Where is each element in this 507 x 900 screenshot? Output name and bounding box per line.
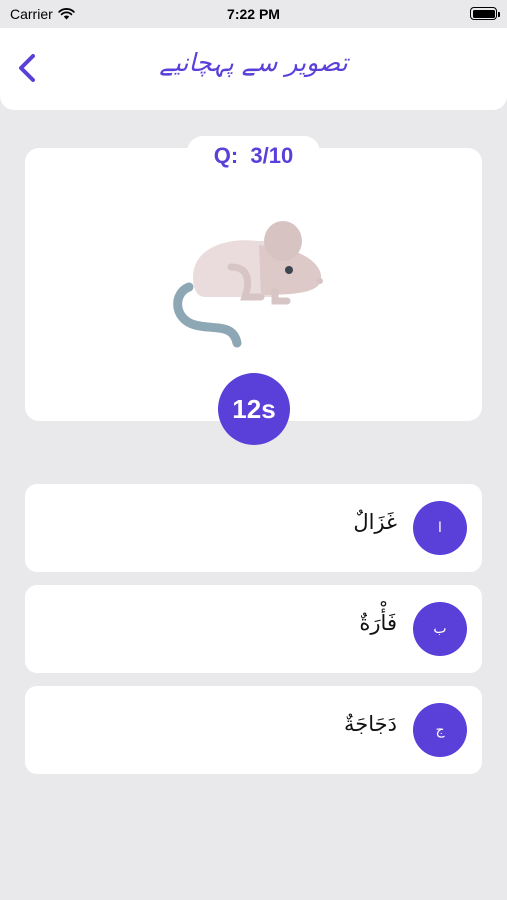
status-time: 7:22 PM	[227, 6, 280, 22]
option-text: غَزَالٌ	[353, 510, 397, 534]
answer-option-3[interactable]: ج دَجَاجَةٌ	[25, 686, 482, 774]
answer-option-2[interactable]: ب فَأْرَةٌ	[25, 585, 482, 673]
option-letter-badge: ب	[413, 602, 467, 656]
timer-badge: 12s	[218, 373, 290, 445]
battery-icon	[470, 7, 500, 20]
option-text: فَأْرَةٌ	[359, 611, 397, 635]
option-letter-badge: ا	[413, 501, 467, 555]
header-bar: تصویر سے پہچانیے	[0, 28, 507, 110]
page-title: تصویر سے پہچانیے	[159, 48, 348, 77]
battery-cap	[498, 11, 500, 17]
mouse-illustration	[173, 221, 323, 348]
answer-option-1[interactable]: ا غَزَالٌ	[25, 484, 482, 572]
status-bar: Carrier 7:22 PM	[0, 0, 507, 28]
option-letter-badge: ج	[413, 703, 467, 757]
question-counter: Q: 3/10	[213, 143, 294, 168]
option-text: دَجَاجَةٌ	[344, 712, 397, 736]
battery-level	[472, 9, 495, 18]
